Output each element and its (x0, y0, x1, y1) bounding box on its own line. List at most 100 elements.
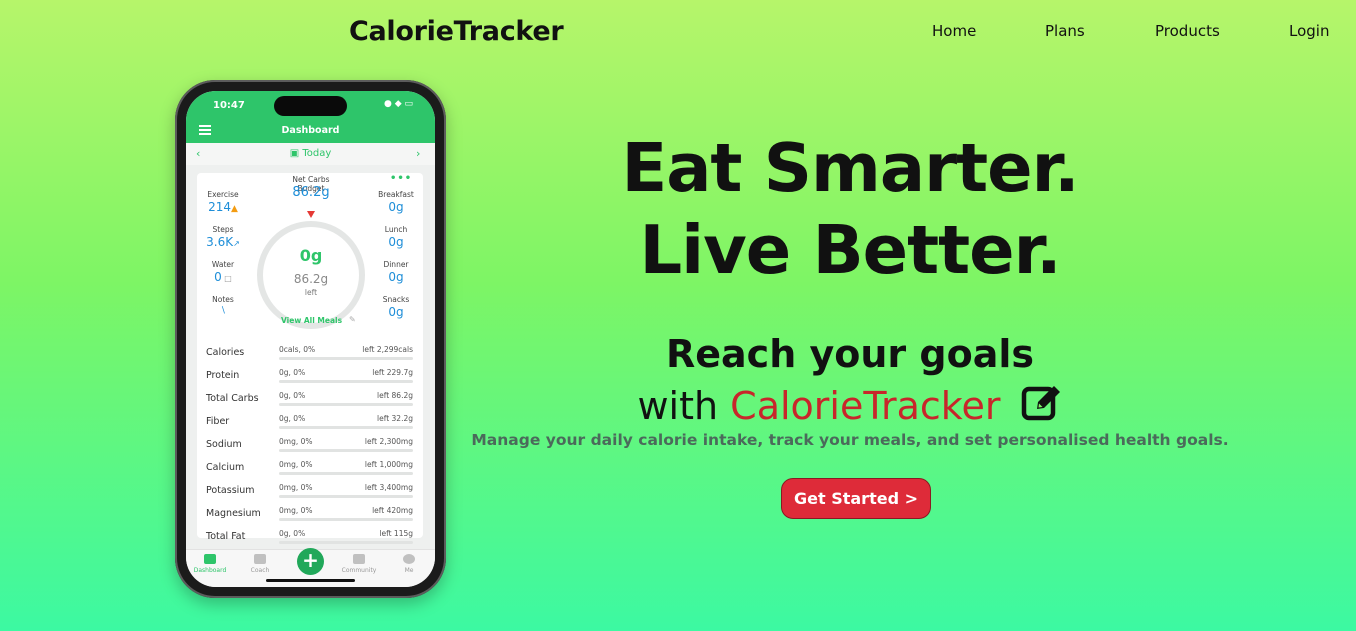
goal-brand-text: CalorieTracker (730, 384, 1001, 428)
dynamic-island (274, 96, 347, 116)
nutrient-row[interactable]: Total Carbs 0g, 0% left 86.2g (197, 389, 423, 412)
nutrient-row[interactable]: Calcium 0mg, 0% left 1,000mg (197, 458, 423, 481)
profile-icon (403, 554, 415, 564)
more-options-icon[interactable]: ••• (390, 173, 412, 184)
calendar-icon: ▣ (289, 148, 303, 159)
nav-home[interactable]: Home (932, 22, 976, 40)
nutrient-row[interactable]: Magnesium 0mg, 0% left 420mg (197, 504, 423, 527)
tab-me[interactable]: Me (386, 554, 432, 574)
hero-title-line2: Live Better. (639, 211, 1061, 289)
nutrient-name: Fiber (206, 416, 230, 427)
snacks-value: 0g (388, 305, 404, 319)
ring-left-label: left (304, 288, 318, 297)
people-icon (353, 554, 365, 564)
nutrient-left: left 2,300mg (364, 437, 413, 446)
nav-login[interactable]: Login (1289, 22, 1329, 40)
date-text: Today (302, 148, 332, 159)
water-value: 0 □ (214, 270, 232, 284)
nutrient-progress-bar (279, 472, 413, 475)
breakfast-value: 0g (388, 200, 404, 214)
coach-icon (254, 554, 266, 564)
pencil-icon[interactable]: ✎ (349, 315, 356, 324)
goal-line2: with CalorieTracker (560, 381, 1140, 432)
nutrient-progress-bar (279, 357, 413, 360)
steps-label: Steps (212, 225, 234, 234)
snacks-label: Snacks (382, 295, 410, 304)
nutrient-name: Calories (206, 347, 245, 358)
hero-subtext: Manage your daily calorie intake, track … (471, 431, 1229, 449)
hero-title-line1: Eat Smarter. (621, 129, 1079, 207)
nutrient-progress-bar (279, 449, 413, 452)
phone-screen: 10:47 ● ◆ ▭ Dashboard ‹ ▣ Today › Net Ca… (186, 91, 435, 587)
edit-icon (1021, 381, 1063, 432)
nutrient-progress-bar (279, 495, 413, 498)
nav-products[interactable]: Products (1155, 22, 1220, 40)
ring-main-value: 0g (299, 246, 323, 265)
nutrient-progress-bar (279, 541, 413, 544)
chevron-right-icon[interactable]: › (416, 147, 420, 160)
nutrient-left: left 420mg (372, 506, 413, 515)
nutrient-row[interactable]: Protein 0g, 0% left 229.7g (197, 366, 423, 389)
nutrient-name: Calcium (206, 462, 245, 473)
add-entry-button[interactable]: + (297, 548, 324, 575)
exercise-value: 214▲ (208, 200, 238, 214)
nav-plans[interactable]: Plans (1045, 22, 1085, 40)
nutrient-left: left 32.2g (377, 414, 413, 423)
nutrient-progress-bar (279, 426, 413, 429)
nutrient-used: 0g, 0% (279, 414, 306, 423)
nutrient-name: Protein (206, 370, 240, 381)
nutrient-left: left 229.7g (372, 368, 413, 377)
goal-with-text: with (637, 384, 719, 428)
get-started-button[interactable]: Get Started > (781, 478, 931, 519)
tab-coach[interactable]: Coach (237, 554, 283, 574)
paperclip-icon[interactable]: ∖ (203, 306, 243, 316)
exercise-label: Exercise (207, 190, 239, 199)
nutrient-row[interactable]: Potassium 0mg, 0% left 3,400mg (197, 481, 423, 504)
notes-label: Notes (212, 295, 234, 304)
budget-marker-icon (307, 211, 315, 218)
breakfast-label: Breakfast (378, 190, 414, 199)
phone-mockup: 10:47 ● ◆ ▭ Dashboard ‹ ▣ Today › Net Ca… (175, 80, 446, 598)
nutrient-row[interactable]: Total Fat 0g, 0% left 115g (197, 527, 423, 550)
nutrient-left: left 2,299cals (362, 345, 413, 354)
steps-value: 3.6K↗ (206, 235, 240, 249)
nutrient-name: Sodium (206, 439, 242, 450)
nutrient-progress-bar (279, 518, 413, 521)
nutrient-used: 0mg, 0% (279, 437, 313, 446)
nutrient-used: 0g, 0% (279, 391, 306, 400)
nutrient-used: 0mg, 0% (279, 483, 313, 492)
nutrient-used: 0mg, 0% (279, 506, 313, 515)
nutrient-left: left 86.2g (377, 391, 413, 400)
nutrient-row[interactable]: Calories 0cals, 0% left 2,299cals (197, 343, 423, 366)
nutrient-name: Total Carbs (206, 393, 259, 404)
carbs-ring: 0g 86.2g left (257, 221, 365, 329)
nutrient-name: Magnesium (206, 508, 261, 519)
nutrient-used: 0g, 0% (279, 529, 306, 538)
nutrient-used: 0g, 0% (279, 368, 306, 377)
app-topbar: 10:47 ● ◆ ▭ Dashboard (186, 91, 435, 143)
nutrient-name: Potassium (206, 485, 255, 496)
view-all-meals-link[interactable]: View All Meals (281, 316, 342, 325)
nutrient-left: left 1,000mg (364, 460, 413, 469)
nutrient-progress-bar (279, 403, 413, 406)
budget-value: 86.2g (292, 185, 330, 200)
ring-left-value: 86.2g (293, 272, 329, 286)
nutrient-row[interactable]: Fiber 0g, 0% left 32.2g (197, 412, 423, 435)
tab-dashboard[interactable]: Dashboard (187, 554, 233, 574)
cup-icon: □ (221, 274, 232, 283)
main-nav: Home Plans Products Login (0, 22, 1356, 44)
status-icons: ● ◆ ▭ (384, 99, 413, 109)
nutrient-progress-bar (279, 380, 413, 383)
nutrient-used: 0mg, 0% (279, 460, 313, 469)
chart-icon (204, 554, 216, 564)
fire-icon: ▲ (230, 204, 238, 214)
nutrient-row[interactable]: Sodium 0mg, 0% left 2,300mg (197, 435, 423, 458)
tab-community[interactable]: Community (336, 554, 382, 574)
steps-icon: ↗ (233, 239, 240, 248)
date-label[interactable]: ▣ Today (186, 148, 435, 159)
nutrient-name: Total Fat (206, 531, 246, 542)
lunch-value: 0g (388, 235, 404, 249)
water-label: Water (211, 260, 235, 269)
date-selector: ‹ ▣ Today › (186, 143, 435, 165)
nutrient-used: 0cals, 0% (279, 345, 316, 354)
